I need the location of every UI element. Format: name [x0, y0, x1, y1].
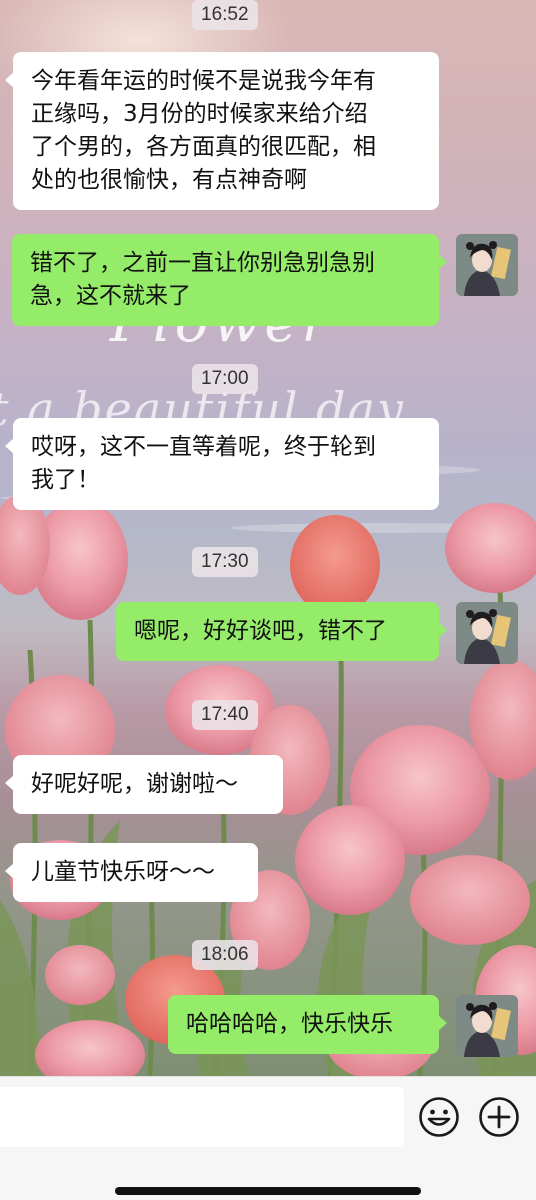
- timestamp: 16:52: [192, 0, 258, 30]
- message-line: 正缘吗，3月份的时候家来给介绍: [31, 101, 368, 127]
- girl-portrait-icon: [456, 602, 518, 664]
- message-input[interactable]: [0, 1087, 404, 1147]
- message-line: 错不了，之前一直让你别急别急别: [30, 250, 375, 276]
- timestamp: 18:06: [192, 940, 258, 970]
- sent-message[interactable]: 错不了，之前一直让你别急别急别 急，这不就来了: [12, 234, 447, 326]
- avatar[interactable]: [456, 995, 518, 1057]
- message-line: 了个男的，各方面真的很匹配，相: [31, 134, 376, 160]
- timestamp: 17:00: [192, 364, 258, 394]
- message-line: 急，这不就来了: [30, 283, 191, 309]
- received-message[interactable]: 儿童节快乐呀～～: [5, 843, 258, 902]
- plus-circle-icon[interactable]: [478, 1096, 520, 1138]
- sent-message[interactable]: 嗯呢，好好谈吧，错不了: [116, 602, 447, 661]
- home-indicator[interactable]: [115, 1187, 421, 1195]
- message-line: 处的也很愉快，有点神奇啊: [31, 167, 307, 193]
- avatar[interactable]: [456, 234, 518, 296]
- timestamp: 17:30: [192, 547, 258, 577]
- received-message[interactable]: 好呢好呢，谢谢啦～: [5, 755, 283, 814]
- message-line: 我了！: [31, 467, 100, 493]
- emoji-smile-icon[interactable]: [418, 1096, 460, 1138]
- message-line: 哎呀，这不一直等着呢，终于轮到: [31, 434, 376, 460]
- avatar[interactable]: [456, 602, 518, 664]
- timestamp: 17:40: [192, 700, 258, 730]
- girl-portrait-icon: [456, 234, 518, 296]
- chat-input-bar: [0, 1076, 536, 1200]
- received-message[interactable]: 今年看年运的时候不是说我今年有 正缘吗，3月份的时候家来给介绍 了个男的，各方面…: [5, 52, 439, 210]
- chat-message-list[interactable]: 16:52 今年看年运的时候不是说我今年有 正缘吗，3月份的时候家来给介绍 了个…: [0, 0, 536, 1076]
- message-line: 今年看年运的时候不是说我今年有: [31, 68, 376, 94]
- sent-message[interactable]: 哈哈哈哈，快乐快乐: [168, 995, 447, 1054]
- girl-portrait-icon: [456, 995, 518, 1057]
- received-message[interactable]: 哎呀，这不一直等着呢，终于轮到 我了！: [5, 418, 439, 510]
